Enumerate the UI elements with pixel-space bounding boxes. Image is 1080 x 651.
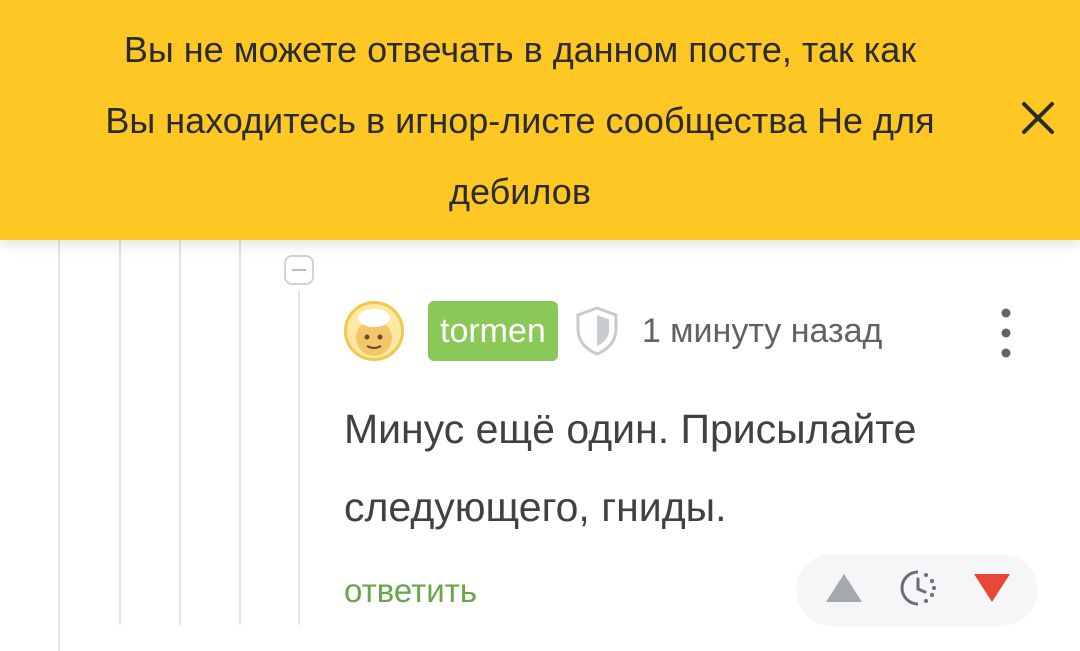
- thread-line: [179, 200, 181, 625]
- avatar[interactable]: [344, 301, 404, 361]
- close-icon[interactable]: [1018, 98, 1058, 138]
- rating-controls: [796, 554, 1038, 626]
- thread-line: [298, 290, 300, 625]
- notice-line: Вы не можете отвечать в данном посте, та…: [123, 29, 917, 70]
- reply-link[interactable]: ответить: [344, 572, 477, 610]
- thread-line: [119, 200, 121, 625]
- downvote-triangle-icon[interactable]: [972, 572, 1012, 609]
- notice-line: дебилов: [449, 171, 591, 212]
- more-vertical-icon[interactable]: [996, 306, 1016, 360]
- comment-header: tormen 1 минуту назад: [344, 298, 1054, 364]
- comment: tormen 1 минуту назад Минус ещё один. Пр…: [344, 298, 1054, 546]
- username-badge[interactable]: tormen: [428, 301, 558, 361]
- comment-time: 1 минуту назад: [641, 311, 883, 350]
- notice-line: Вы находитесь в игнор-листе сообщества Н…: [105, 100, 935, 141]
- collapse-thread-button[interactable]: [284, 255, 314, 285]
- pending-rating-icon: [898, 568, 938, 613]
- ignore-list-notice: Вы не можете отвечать в данном посте, та…: [0, 0, 1080, 240]
- upvote-triangle-icon[interactable]: [824, 572, 864, 609]
- minus-icon: [292, 269, 306, 271]
- comment-body: Минус ещё один. Присылайте следующего, г…: [344, 406, 917, 530]
- shield-icon: [574, 305, 620, 357]
- notice-text: Вы не можете отвечать в данном посте, та…: [20, 14, 1020, 227]
- comment-page: Вы не можете отвечать в данном посте, та…: [0, 0, 1080, 651]
- thread-line: [58, 200, 60, 651]
- thread-line: [239, 200, 241, 625]
